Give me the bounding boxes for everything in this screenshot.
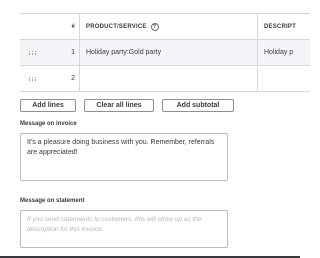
clear-all-lines-button[interactable]: Clear all lines [84,99,154,112]
table-header-row: # PRODUCT/SERVICE ? DESCRIPT [20,14,310,40]
drag-handle-icon[interactable] [20,40,45,65]
table-actions: Add lines Clear all lines Add subtotal [20,99,234,112]
row-num: 1 [45,40,80,65]
row-num: 2 [45,66,80,91]
row-description[interactable] [258,66,318,91]
drag-handle-icon[interactable] [20,66,45,91]
add-lines-button[interactable]: Add lines [20,99,76,112]
table-row[interactable]: 1 Holiday party:Gold party Holiday p [20,40,310,66]
header-product-label: PRODUCT/SERVICE [86,23,147,30]
message-on-invoice-field[interactable]: It's a pleasure doing business with you.… [20,133,228,181]
row-description[interactable]: Holiday p [258,40,318,65]
help-circle-icon[interactable]: ? [150,22,159,31]
add-subtotal-button[interactable]: Add subtotal [162,99,234,112]
message-on-statement-field[interactable]: If you send statements to customers, thi… [20,210,228,248]
header-num: # [45,14,80,39]
row-product[interactable]: Holiday party:Gold party [80,40,258,65]
message-on-invoice-label: Message on invoice [20,121,77,127]
header-product-service: PRODUCT/SERVICE ? [80,14,258,39]
header-description: DESCRIPT [264,23,296,30]
row-product[interactable] [80,66,258,91]
message-on-statement-label: Message on statement [20,198,85,204]
line-items-table: # PRODUCT/SERVICE ? DESCRIPT 1 Holiday p… [20,13,310,92]
drag-column-header [20,14,45,39]
table-row[interactable]: 2 [20,66,310,92]
